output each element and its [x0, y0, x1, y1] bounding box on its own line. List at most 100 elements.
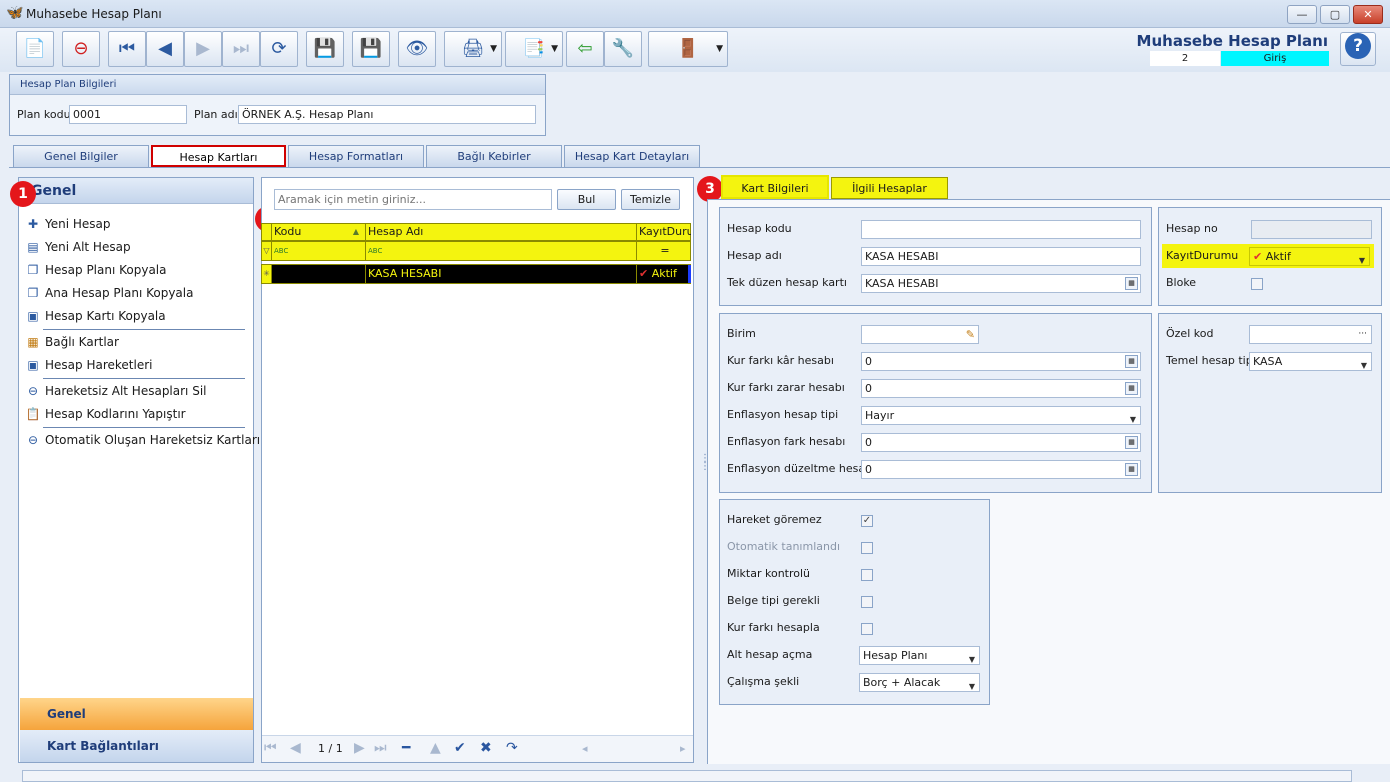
nav-hesap-plani-kopyala[interactable]: ❐ Hesap Planı Kopyala: [25, 260, 167, 280]
tools-button[interactable]: 🔧: [604, 31, 642, 67]
tab-hesap-kart-detaylari[interactable]: Hesap Kart Detayları: [564, 145, 700, 167]
nav-hesap-kodlarini-yapistir[interactable]: 📋 Hesap Kodlarını Yapıştır: [25, 404, 186, 424]
export-pdf-button[interactable]: 📑 ▼: [505, 31, 563, 67]
nav-otomatik-hareketsiz-kartlari-sil[interactable]: ⊖ Otomatik Oluşan Hareketsiz Kartları Sil: [25, 430, 278, 450]
ellipsis-icon[interactable]: ···: [1358, 326, 1367, 343]
first-record-button[interactable]: ⏮: [108, 31, 146, 67]
unit-lookup-icon[interactable]: ✎: [966, 326, 975, 343]
hesap-no-input[interactable]: [1251, 220, 1372, 239]
grid-search-input[interactable]: [274, 189, 552, 210]
cancel-save-button[interactable]: 💾: [352, 31, 390, 67]
last-record-button[interactable]: ⏭: [222, 31, 260, 67]
column-header-kodu[interactable]: Kodu ▲: [272, 224, 366, 240]
next-record-button[interactable]: ▶: [184, 31, 222, 67]
hesap-adi-input[interactable]: KASA HESABI: [861, 247, 1141, 266]
kur-zarar-input[interactable]: 0 ▦: [861, 379, 1141, 398]
help-button[interactable]: ?: [1340, 32, 1376, 66]
kur-hesapla-checkbox[interactable]: [861, 623, 873, 635]
tab-genel-bilgiler[interactable]: Genel Bilgiler: [13, 145, 149, 167]
tab-ilgili-hesaplar[interactable]: İlgili Hesaplar: [831, 177, 948, 199]
save-icon: 💾: [313, 38, 337, 59]
new-record-button[interactable]: 📄: [16, 31, 54, 67]
table-row[interactable]: KASA HESABI ✔ Aktif: [271, 264, 691, 284]
last-page-icon[interactable]: ⏭: [374, 740, 387, 756]
lookup-icon[interactable]: ▦: [1125, 277, 1138, 290]
tab-bagli-kebirler[interactable]: Bağlı Kebirler: [426, 145, 562, 167]
filter-kayit-durumu-cell[interactable]: =: [637, 242, 691, 260]
miktar-checkbox[interactable]: [861, 569, 873, 581]
clear-button[interactable]: Temizle: [621, 189, 680, 210]
plan-name-input[interactable]: ÖRNEK A.Ş. Hesap Planı: [238, 105, 536, 124]
previous-page-icon[interactable]: ◀: [290, 740, 301, 756]
sort-asc-icon: ▲: [352, 227, 359, 236]
confirm-icon[interactable]: ✔: [454, 740, 466, 756]
plan-code-input[interactable]: 0001: [69, 105, 187, 124]
preview-button[interactable]: 👁: [398, 31, 436, 67]
enf-duzeltme-input[interactable]: 0 ▦: [861, 460, 1141, 479]
tek-duzen-input[interactable]: KASA HESABI ▦: [861, 274, 1141, 293]
birim-input[interactable]: ✎: [861, 325, 979, 344]
nav-group-genel[interactable]: Genel: [20, 698, 253, 730]
lookup-icon[interactable]: ▦: [1125, 436, 1138, 449]
hareket-goremez-checkbox[interactable]: ✓: [861, 515, 873, 527]
tab-hesap-kartlari[interactable]: Hesap Kartları: [151, 145, 286, 167]
nav-yeni-alt-hesap[interactable]: ▤ Yeni Alt Hesap: [25, 237, 130, 257]
undo-icon[interactable]: ↷: [506, 740, 518, 756]
cancel-icon[interactable]: ✖: [480, 740, 492, 756]
alt-hesap-select[interactable]: Hesap Planı ▼: [859, 646, 980, 665]
scroll-left-icon[interactable]: ◂: [582, 742, 588, 755]
exit-button[interactable]: 🚪 ▼: [648, 31, 728, 67]
cell-kodu[interactable]: [272, 265, 366, 283]
ozel-kod-input[interactable]: ···: [1249, 325, 1372, 344]
calisma-select[interactable]: Borç + Alacak ▼: [859, 673, 980, 692]
maximize-button[interactable]: ▢: [1320, 5, 1350, 24]
bloke-checkbox[interactable]: [1251, 278, 1263, 290]
tab-kart-bilgileri[interactable]: Kart Bilgileri: [721, 175, 829, 199]
minimize-button[interactable]: —: [1287, 5, 1317, 24]
close-button[interactable]: ✕: [1353, 5, 1383, 24]
next-page-icon[interactable]: ▶: [354, 740, 365, 756]
import-button[interactable]: ⇦: [566, 31, 604, 67]
nav-bagli-kartlar[interactable]: ▦ Bağlı Kartlar: [25, 332, 119, 352]
nav-yeni-hesap[interactable]: ✚ Yeni Hesap: [25, 214, 111, 234]
column-header-kayit-durumu[interactable]: KayıtDurumu: [637, 224, 691, 240]
nav-group-kart-baglantilari[interactable]: Kart Bağlantıları: [20, 730, 253, 762]
enf-fark-input[interactable]: 0 ▦: [861, 433, 1141, 452]
chevron-down-icon: ▼: [1358, 256, 1365, 265]
nav-hareketsiz-alt-hesaplari-sil[interactable]: ⊖ Hareketsiz Alt Hesapları Sil: [25, 381, 207, 401]
refresh-button[interactable]: ⟳: [260, 31, 298, 67]
enf-tipi-select[interactable]: Hayır ▼: [861, 406, 1141, 425]
remove-row-icon[interactable]: ━: [402, 740, 410, 756]
nav-hesap-hareketleri[interactable]: ▣ Hesap Hareketleri: [25, 355, 152, 375]
cell-hesap-adi[interactable]: KASA HESABI: [366, 265, 637, 283]
save-button[interactable]: 💾: [306, 31, 344, 67]
scroll-right-icon[interactable]: ▸: [680, 742, 686, 755]
find-button[interactable]: Bul: [557, 189, 616, 210]
lookup-icon[interactable]: ▦: [1125, 382, 1138, 395]
column-header-hesap-adi[interactable]: Hesap Adı: [366, 224, 637, 240]
lookup-icon[interactable]: ▦: [1125, 355, 1138, 368]
plus-icon: ✚: [27, 217, 39, 231]
tab-hesap-formatlari[interactable]: Hesap Formatları: [288, 145, 424, 167]
filter-kodu-cell[interactable]: ABC: [272, 242, 366, 260]
nav-hesap-karti-kopyala[interactable]: ▣ Hesap Kartı Kopyala: [25, 306, 165, 326]
panel-splitter[interactable]: ⋮ ⋮: [700, 454, 710, 479]
status-bar: [22, 770, 1352, 782]
kayit-durumu-select[interactable]: ✔ Aktif ▼: [1249, 247, 1370, 266]
belge-checkbox[interactable]: [861, 596, 873, 608]
first-page-icon[interactable]: ⏮: [264, 740, 277, 756]
delete-record-button[interactable]: ⊖: [62, 31, 100, 67]
otomatik-checkbox[interactable]: [861, 542, 873, 554]
filter-hesap-adi-cell[interactable]: ABC: [366, 242, 637, 260]
previous-record-button[interactable]: ◀: [146, 31, 184, 67]
print-button[interactable]: 🖨 ▼: [444, 31, 502, 67]
nav-ana-hesap-plani-kopyala[interactable]: ❐ Ana Hesap Planı Kopyala: [25, 283, 194, 303]
kur-kar-input[interactable]: 0 ▦: [861, 352, 1141, 371]
hesap-kodu-input[interactable]: [861, 220, 1141, 239]
cell-kayit-durumu[interactable]: ✔ Aktif: [637, 265, 691, 283]
temel-tip-select[interactable]: KASA ▼: [1249, 352, 1372, 371]
ozel-kod-label: Özel kod: [1166, 327, 1214, 340]
lookup-icon[interactable]: ▦: [1125, 463, 1138, 476]
move-up-icon[interactable]: ▲: [430, 740, 441, 756]
exit-door-icon: 🚪: [676, 38, 700, 59]
